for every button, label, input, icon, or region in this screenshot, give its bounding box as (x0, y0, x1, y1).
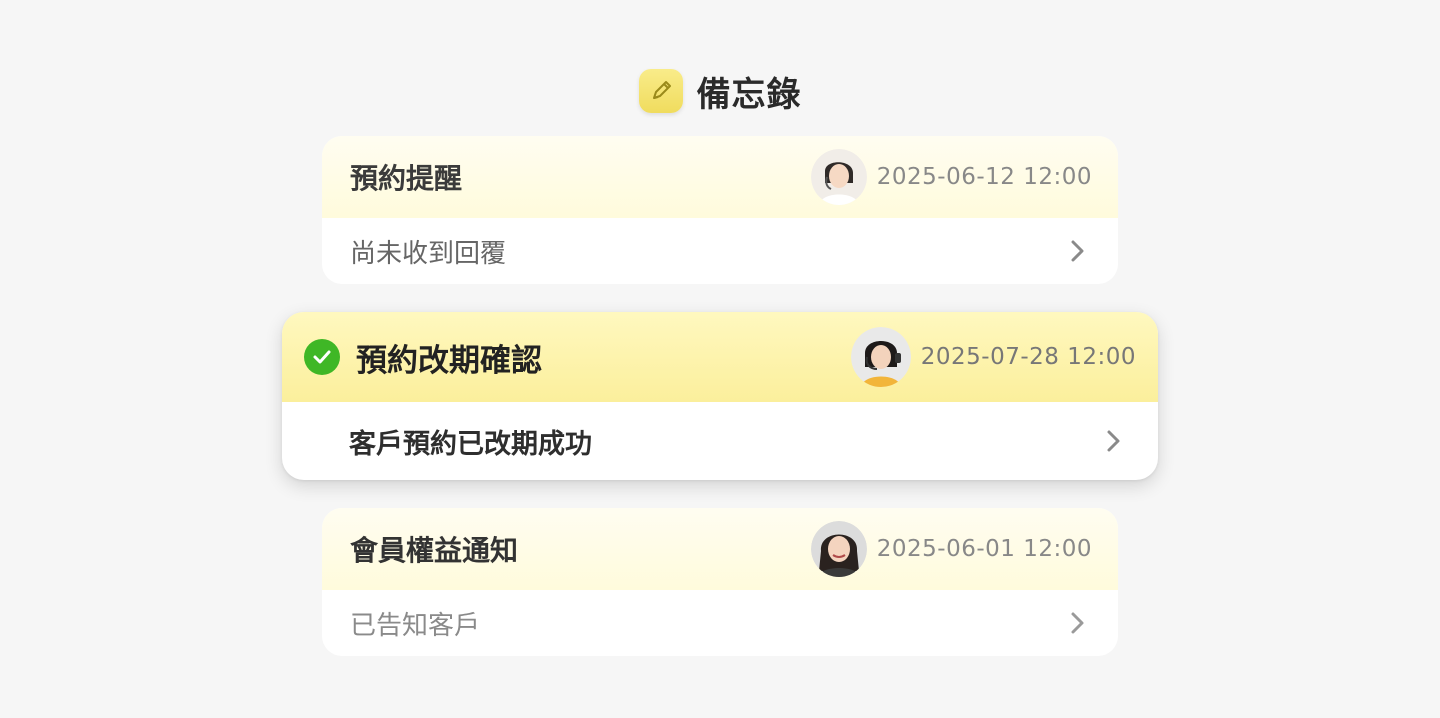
page-title: 備忘錄 (696, 74, 802, 115)
memo-card[interactable]: 會員權益通知 2025-06-01 12:00 已告知客戶 (322, 508, 1118, 656)
chevron-right-icon[interactable] (1068, 239, 1088, 263)
memo-time: 2025-06-01 12:00 (876, 536, 1092, 562)
avatar (810, 521, 867, 577)
check-circle-icon (304, 339, 340, 375)
chevron-right-icon[interactable] (1068, 611, 1088, 635)
avatar (810, 149, 867, 205)
memo-card[interactable]: 預約提醒 2025-06-12 12:00 尚未收到回覆 (322, 136, 1118, 284)
memo-card-header: 預約提醒 2025-06-12 12:00 (322, 136, 1118, 218)
memo-card-body: 已告知客戶 (322, 590, 1118, 656)
memo-subtitle: 客戶預約已改期成功 (349, 428, 592, 460)
chevron-right-icon[interactable] (1104, 429, 1124, 453)
pencil-icon (638, 69, 683, 113)
memo-card-body: 客戶預約已改期成功 (282, 402, 1158, 480)
memo-card-highlighted[interactable]: 預約改期確認 2025-07-28 12:00 客戶預約已改期成功 (282, 312, 1158, 480)
avatar (850, 327, 911, 387)
memo-title: 預約提醒 (350, 162, 463, 195)
memo-subtitle: 尚未收到回覆 (350, 238, 507, 269)
page-header: 備忘錄 (0, 68, 1440, 115)
memo-card-header: 預約改期確認 2025-07-28 12:00 (282, 312, 1158, 402)
memo-title: 會員權益通知 (350, 534, 519, 567)
memo-time: 2025-06-12 12:00 (876, 164, 1092, 190)
memo-time: 2025-07-28 12:00 (920, 344, 1136, 370)
memo-title: 預約改期確認 (356, 342, 542, 379)
memo-subtitle: 已告知客戶 (350, 610, 481, 641)
memo-card-body: 尚未收到回覆 (322, 218, 1118, 284)
memo-card-header: 會員權益通知 2025-06-01 12:00 (322, 508, 1118, 590)
